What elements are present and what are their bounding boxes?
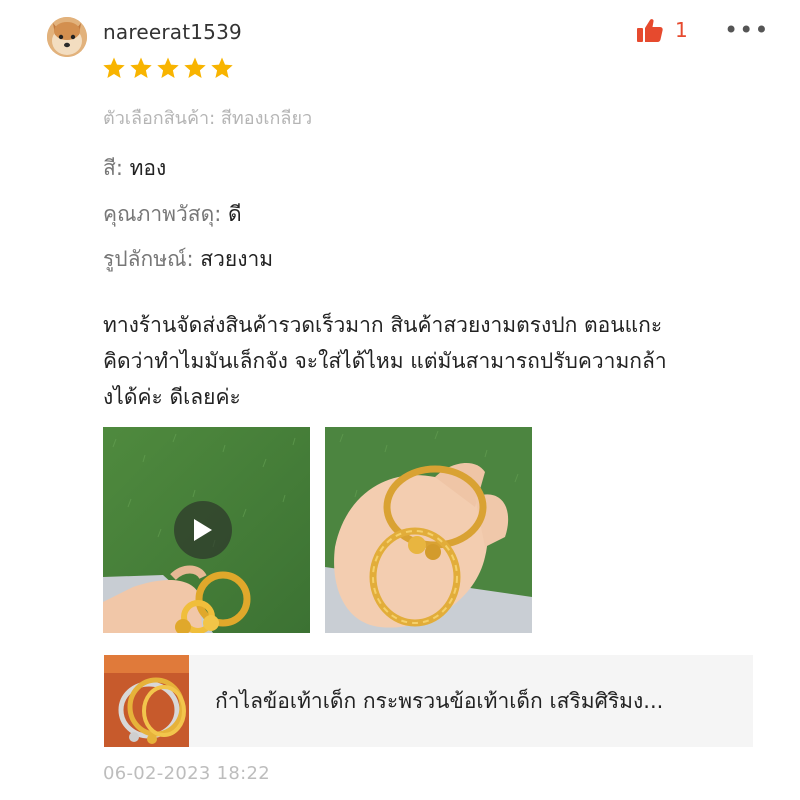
star-icon [157,57,179,78]
variation-label: ตัวเลือกสินค้า: สีทองเกลียว [103,108,313,129]
like-count: 1 [675,18,688,42]
attribute-key: รูปลักษณ์: [103,247,194,271]
avatar[interactable] [47,17,87,57]
like-button[interactable]: 1 [637,18,688,42]
attribute-value: สวยงาม [200,247,274,271]
attribute-appearance: รูปลักษณ์: สวยงาม [103,243,273,276]
star-icon [184,57,206,78]
thumbs-up-icon [637,19,663,42]
star-icon [130,57,152,78]
attribute-material-quality: คุณภาพวัสดุ: ดี [103,198,242,231]
username[interactable]: nareerat1539 [103,20,242,44]
product-thumbnail[interactable] [104,655,189,747]
rating-stars [102,56,234,80]
attribute-key: คุณภาพวัสดุ: [103,202,222,226]
review-comment: ทางร้านจัดส่งสินค้ารวดเร็วมาก สินค้าสวยง… [103,313,667,409]
product-card[interactable]: กำไลข้อเท้าเด็ก กระพรวนข้อเท้าเด็ก เสริม… [104,655,753,747]
review-photo[interactable] [325,427,532,633]
review-video-thumbnail[interactable] [103,427,310,633]
star-icon [211,57,233,78]
attribute-value: ดี [228,202,242,226]
attribute-color: สี: ทอง [103,152,166,185]
review-timestamp: 06-02-2023 18:22 [103,763,271,784]
more-dots-icon[interactable]: ••• [724,18,769,42]
attribute-key: สี: [103,156,123,180]
product-name[interactable]: กำไลข้อเท้าเด็ก กระพรวนข้อเท้าเด็ก เสริม… [215,685,663,718]
play-icon[interactable] [174,501,232,559]
star-icon [103,57,125,78]
attribute-value: ทอง [129,156,167,180]
